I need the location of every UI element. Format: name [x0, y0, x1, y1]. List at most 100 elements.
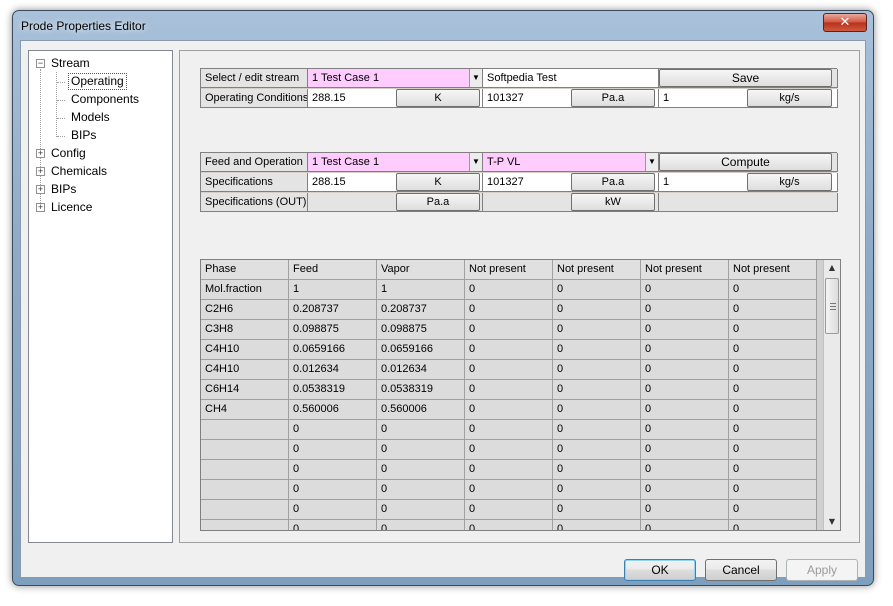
- table-cell[interactable]: 0: [465, 520, 553, 530]
- table-cell[interactable]: 0.0659166: [289, 340, 377, 360]
- chevron-down-icon[interactable]: ▼: [469, 69, 482, 87]
- table-cell[interactable]: 0: [465, 420, 553, 440]
- table-cell[interactable]: 0.098875: [289, 320, 377, 340]
- table-cell[interactable]: 0: [729, 300, 817, 320]
- stream-select[interactable]: 1 Test Case 1 ▼: [308, 69, 483, 88]
- table-cell[interactable]: 0: [465, 400, 553, 420]
- pressure-unit-button[interactable]: Pa.a: [571, 89, 655, 107]
- spec-pressure-unit-button[interactable]: Pa.a: [571, 173, 655, 191]
- table-cell[interactable]: 0: [729, 460, 817, 480]
- table-cell[interactable]: 0: [729, 520, 817, 530]
- table-cell[interactable]: 0: [729, 340, 817, 360]
- spec-flow-field[interactable]: 1: [663, 176, 669, 188]
- table-cell[interactable]: 0: [553, 300, 641, 320]
- table-cell[interactable]: 0.208737: [377, 300, 465, 320]
- flow-unit-button[interactable]: kg/s: [747, 89, 832, 107]
- spec-out-unit-button-2[interactable]: kW: [571, 193, 655, 211]
- spec-temperature-field[interactable]: 288.15: [312, 176, 346, 188]
- chevron-down-icon[interactable]: ▼: [469, 153, 482, 171]
- spec-temperature-unit-button[interactable]: K: [396, 173, 480, 191]
- table-cell[interactable]: C3H8: [201, 320, 289, 340]
- table-cell[interactable]: [201, 460, 289, 480]
- table-cell[interactable]: 0: [729, 480, 817, 500]
- table-cell[interactable]: Mol.fraction: [201, 280, 289, 300]
- flow-field[interactable]: 1: [663, 92, 669, 104]
- table-cell[interactable]: 0: [377, 480, 465, 500]
- collapse-icon[interactable]: −: [36, 59, 45, 68]
- feed-select[interactable]: 1 Test Case 1 ▼: [308, 153, 483, 172]
- table-cell[interactable]: 0: [729, 400, 817, 420]
- table-cell[interactable]: 0: [553, 320, 641, 340]
- table-cell[interactable]: 0: [641, 440, 729, 460]
- expand-icon[interactable]: +: [36, 149, 45, 158]
- table-cell[interactable]: 0: [289, 480, 377, 500]
- table-cell[interactable]: 0: [641, 420, 729, 440]
- table-cell[interactable]: 0.560006: [289, 400, 377, 420]
- table-cell[interactable]: 0: [729, 360, 817, 380]
- spec-out-unit-button-1[interactable]: Pa.a: [396, 193, 480, 211]
- spec-flow-unit-button[interactable]: kg/s: [747, 173, 832, 191]
- table-cell[interactable]: [201, 440, 289, 460]
- table-cell[interactable]: 0: [641, 520, 729, 530]
- table-cell[interactable]: 1: [377, 280, 465, 300]
- table-cell[interactable]: 0: [553, 340, 641, 360]
- table-cell[interactable]: 0.560006: [377, 400, 465, 420]
- expand-icon[interactable]: +: [36, 203, 45, 212]
- table-cell[interactable]: [201, 500, 289, 520]
- table-cell[interactable]: [201, 520, 289, 530]
- table-cell[interactable]: 0: [641, 500, 729, 520]
- table-cell[interactable]: 0: [465, 480, 553, 500]
- table-cell[interactable]: 0: [553, 400, 641, 420]
- table-cell[interactable]: 0: [377, 500, 465, 520]
- table-cell[interactable]: 0: [641, 400, 729, 420]
- table-cell[interactable]: 0: [289, 440, 377, 460]
- table-cell[interactable]: 0: [465, 380, 553, 400]
- table-cell[interactable]: 0: [641, 480, 729, 500]
- temperature-unit-button[interactable]: K: [396, 89, 480, 107]
- table-cell[interactable]: 0: [465, 360, 553, 380]
- table-cell[interactable]: 0: [729, 380, 817, 400]
- spec-pressure-field[interactable]: 101327: [487, 176, 524, 188]
- table-cell[interactable]: 0.0538319: [289, 380, 377, 400]
- table-cell[interactable]: C6H14: [201, 380, 289, 400]
- save-button[interactable]: Save: [659, 69, 832, 87]
- table-cell[interactable]: 0: [553, 280, 641, 300]
- table-cell[interactable]: 0: [553, 500, 641, 520]
- table-cell[interactable]: 0: [553, 380, 641, 400]
- table-cell[interactable]: 0.208737: [289, 300, 377, 320]
- table-cell[interactable]: 0: [553, 520, 641, 530]
- table-cell[interactable]: 0: [729, 320, 817, 340]
- operation-select[interactable]: T-P VL ▼: [483, 153, 659, 172]
- ok-button[interactable]: OK: [624, 559, 696, 581]
- table-cell[interactable]: 0: [377, 460, 465, 480]
- table-cell[interactable]: C2H6: [201, 300, 289, 320]
- table-cell[interactable]: [201, 480, 289, 500]
- table-cell[interactable]: C4H10: [201, 340, 289, 360]
- table-cell[interactable]: 0.012634: [289, 360, 377, 380]
- table-cell[interactable]: 0: [289, 460, 377, 480]
- table-cell[interactable]: 0: [641, 340, 729, 360]
- scroll-up-icon[interactable]: ▲: [824, 260, 840, 276]
- table-cell[interactable]: 0: [377, 420, 465, 440]
- table-cell[interactable]: 0: [729, 420, 817, 440]
- table-cell[interactable]: 0: [377, 440, 465, 460]
- apply-button[interactable]: Apply: [786, 559, 858, 581]
- table-cell[interactable]: 0.0659166: [377, 340, 465, 360]
- table-cell[interactable]: 0: [553, 460, 641, 480]
- table-cell[interactable]: 0: [553, 480, 641, 500]
- table-cell[interactable]: 0: [465, 280, 553, 300]
- table-cell[interactable]: 0: [465, 300, 553, 320]
- table-cell[interactable]: 0: [553, 440, 641, 460]
- table-cell[interactable]: 0: [465, 460, 553, 480]
- table-cell[interactable]: 0: [553, 360, 641, 380]
- table-cell[interactable]: C4H10: [201, 360, 289, 380]
- table-cell[interactable]: 1: [289, 280, 377, 300]
- table-cell[interactable]: 0: [465, 440, 553, 460]
- scroll-thumb[interactable]: [825, 278, 839, 334]
- cancel-button[interactable]: Cancel: [705, 559, 777, 581]
- chevron-down-icon[interactable]: ▼: [645, 153, 658, 171]
- table-cell[interactable]: [201, 420, 289, 440]
- pressure-field[interactable]: 101327: [487, 92, 524, 104]
- title-bar[interactable]: Prode Properties Editor ✕: [13, 11, 873, 41]
- vertical-scrollbar[interactable]: ▲ ▼: [823, 260, 840, 530]
